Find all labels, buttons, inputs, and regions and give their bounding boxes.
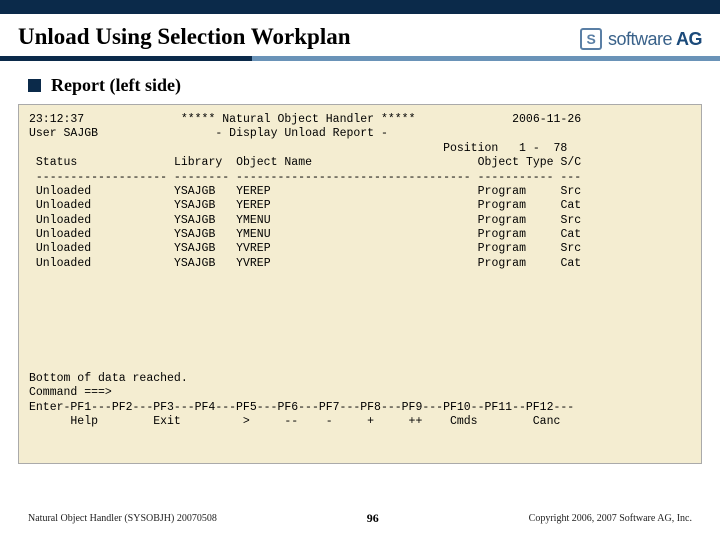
footer-page-number: 96 xyxy=(367,511,379,526)
command-prompt[interactable]: Command ===> xyxy=(29,386,112,399)
subhead-row: Report (left side) xyxy=(0,71,720,104)
logo-text-bold: AG xyxy=(676,29,702,50)
line-1: 23:12:37 ***** Natural Object Handler **… xyxy=(29,113,581,126)
logo-mark-icon: S xyxy=(580,28,602,50)
header-line: Status Library Object Name Object Type S… xyxy=(29,156,581,169)
subhead-text: Report (left side) xyxy=(51,75,181,96)
table-row: Unloaded YSAJGB YMENU Program Src xyxy=(29,214,581,227)
pf-key-line-1: Enter-PF1---PF2---PF3---PF4---PF5---PF6-… xyxy=(29,401,574,414)
footer-left: Natural Object Handler (SYSOBJH) 2007050… xyxy=(28,513,217,524)
table-row: Unloaded YSAJGB YVREP Program Src xyxy=(29,242,581,255)
table-row: Unloaded YSAJGB YMENU Program Cat xyxy=(29,228,581,241)
slide-title: Unload Using Selection Workplan xyxy=(18,24,351,50)
bullet-square-icon xyxy=(28,79,41,92)
brand-logo: S software AG xyxy=(580,28,702,50)
line-2: User SAJGB - Display Unload Report - xyxy=(29,127,388,140)
line-3: Position 1 - 78 xyxy=(29,142,567,155)
bottom-msg: Bottom of data reached. xyxy=(29,372,188,385)
accent-divider xyxy=(0,56,720,61)
logo-text-light: software xyxy=(608,29,672,50)
table-row: Unloaded YSAJGB YVREP Program Cat xyxy=(29,257,581,270)
divider-line: ------------------- -------- -----------… xyxy=(29,171,581,184)
pf-key-line-2: Help Exit > -- - + ++ Cmds Canc xyxy=(29,415,560,428)
slide-footer: Natural Object Handler (SYSOBJH) 2007050… xyxy=(0,511,720,526)
table-row: Unloaded YSAJGB YEREP Program Cat xyxy=(29,199,581,212)
footer-copyright: Copyright 2006, 2007 Software AG, Inc. xyxy=(529,513,692,524)
table-row: Unloaded YSAJGB YEREP Program Src xyxy=(29,185,581,198)
top-dark-bar xyxy=(0,0,720,14)
terminal-panel: 23:12:37 ***** Natural Object Handler **… xyxy=(18,104,702,464)
title-row: Unload Using Selection Workplan S softwa… xyxy=(0,14,720,56)
